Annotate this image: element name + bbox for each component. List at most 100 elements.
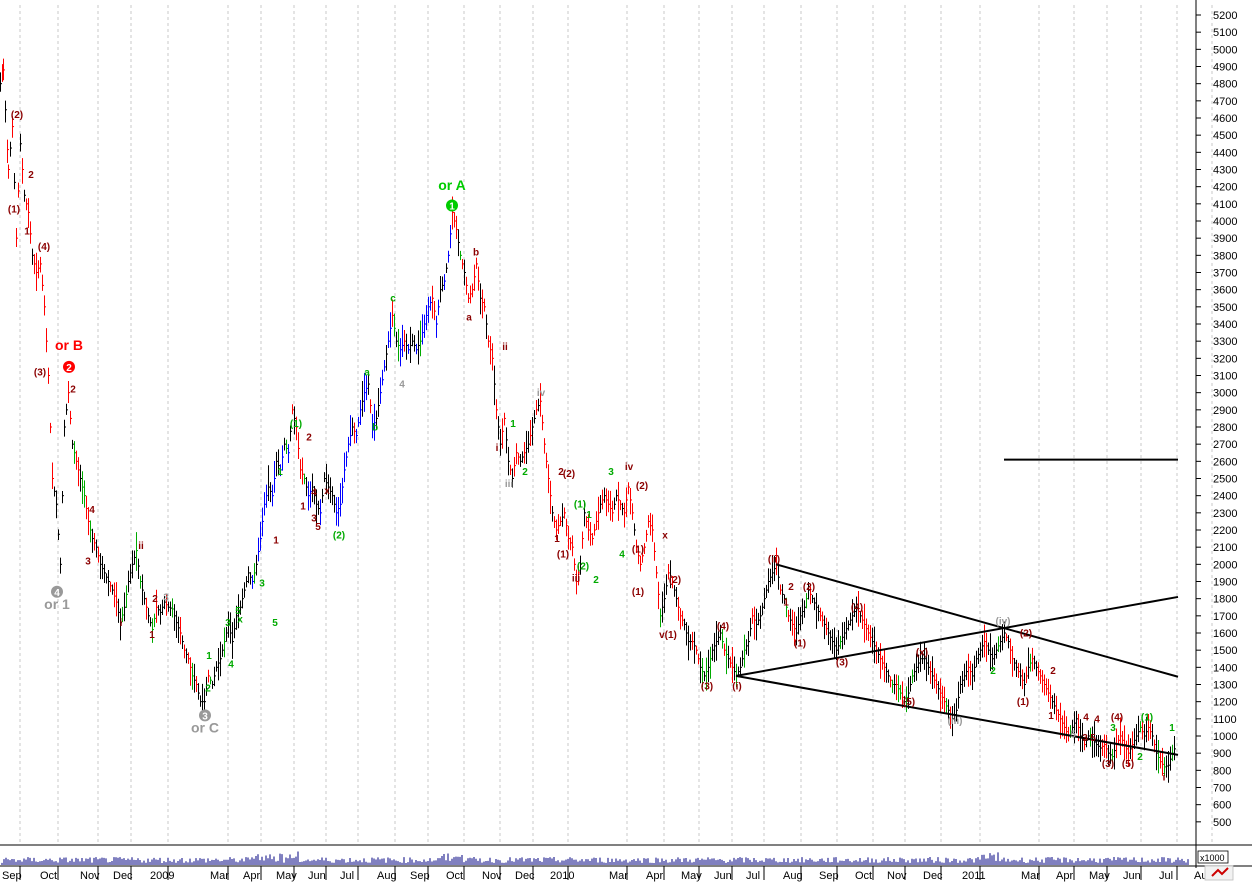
x-tick-label: Dec (515, 870, 535, 882)
wave-circle-label: 1 (449, 202, 455, 213)
wave-label: b (473, 247, 479, 258)
x-tick-label: May (276, 870, 297, 882)
wave-label: 2 (522, 467, 528, 478)
x-tick-label: Jul (746, 870, 760, 882)
x-tick-label: Dec (923, 870, 943, 882)
wave-label: (1) (557, 549, 569, 560)
x-tick-label: Apr (646, 870, 663, 882)
x-tick-label: Mar (210, 870, 229, 882)
y-tick-label: 3200 (1213, 353, 1237, 365)
x-tick-label: Sep (410, 870, 430, 882)
wave-label: ii (138, 541, 144, 552)
wave-label: (ii) (768, 555, 780, 566)
y-tick-label: 1600 (1213, 628, 1237, 640)
y-tick-label: 3100 (1213, 371, 1237, 383)
y-tick-label: 2500 (1213, 474, 1237, 486)
wave-label: (1) (8, 204, 20, 215)
wave-label: (1) (574, 500, 586, 511)
wave-label: iii (505, 479, 514, 490)
x-tick-label: Nov (482, 870, 502, 882)
y-tick-label: 3800 (1213, 250, 1237, 262)
wave-label: 2 (990, 666, 996, 677)
y-tick-label: 2200 (1213, 525, 1237, 537)
wave-label: 4 (1083, 713, 1089, 724)
x-tick-label: Oct (855, 870, 872, 882)
wave-label: (4) (717, 622, 729, 633)
wave-label: (i) (732, 682, 741, 693)
y-tick-label: 3900 (1213, 233, 1237, 245)
wave-label: c (390, 294, 396, 305)
wave-label: 4 (228, 659, 234, 670)
wave-label: a (466, 313, 472, 324)
chart-container: (2) (1) 2 1 (4) (3) 2 4 3 ii i 2 3 1 2 1 4 3 5 x 5 3 1 1 (1) 2 4 1 x… (0, 0, 1252, 883)
y-tick-label: 4700 (1213, 96, 1237, 108)
wave-label: (1) (794, 639, 806, 650)
y-tick-label: 4400 (1213, 147, 1237, 159)
x-tick-label: Oct (446, 870, 463, 882)
y-tick-label: 1700 (1213, 611, 1237, 623)
wave-label: (3) (836, 658, 848, 669)
y-tick-label: 3400 (1213, 319, 1237, 331)
y-tick-label: 1200 (1213, 697, 1237, 709)
wave-circle-label: 3 (202, 711, 208, 722)
wave-label: (1) (632, 544, 644, 555)
y-tick-label: 1500 (1213, 645, 1237, 657)
x-tick-label: Nov (80, 870, 100, 882)
x-tick-label: May (1089, 870, 1110, 882)
x-tick-label: Aug (783, 870, 803, 882)
volume-scale-label: x1000 (1200, 853, 1225, 863)
wave-label: 4 (1094, 714, 1100, 725)
wave-label: 3 (1082, 733, 1088, 744)
wave-label: 1 (149, 630, 155, 641)
tool-icon[interactable] (1204, 865, 1234, 881)
wave-label: 1 (24, 227, 30, 238)
y-tick-label: 2900 (1213, 405, 1237, 417)
wave-label: x (324, 486, 330, 497)
wave-label: 1 (783, 598, 789, 609)
y-tick-label: 1800 (1213, 594, 1237, 606)
y-tick-label: 700 (1213, 783, 1231, 795)
wave-label: 2 (28, 170, 34, 181)
wave-label: 5 (272, 618, 278, 629)
y-tick-label: 4300 (1213, 165, 1237, 177)
wave-label: i (1163, 773, 1166, 784)
wave-label: 2 (205, 683, 211, 694)
x-tick-label: Mar (1021, 870, 1040, 882)
y-tick-label: 4200 (1213, 182, 1237, 194)
y-tick-label: 2400 (1213, 491, 1237, 503)
wave-label: 3 (163, 592, 169, 603)
wave-circle-label: 2 (66, 363, 72, 374)
y-tick-label: 1000 (1213, 731, 1237, 743)
y-tick-label: 1900 (1213, 577, 1237, 589)
wave-label: b (372, 422, 378, 433)
wave-label: 2 (306, 433, 312, 444)
y-tick-label: 4600 (1213, 113, 1237, 125)
x-tick-label: Sep (819, 870, 839, 882)
wave-label: (4) (851, 603, 863, 614)
y-tick-label: 4500 (1213, 130, 1237, 142)
wave-circle-label: 4 (54, 588, 60, 599)
wave-label: 1 (1169, 723, 1175, 734)
y-tick-label: 5200 (1213, 10, 1237, 22)
y-tick-label: 5100 (1213, 27, 1237, 39)
y-tick-label: 800 (1213, 765, 1231, 777)
y-tick-label: 1300 (1213, 680, 1237, 692)
wave-label: iv (537, 388, 546, 399)
wave-degree-label: or B (55, 337, 83, 353)
y-tick-label: 2000 (1213, 559, 1237, 571)
wave-label: 4 (619, 549, 625, 560)
wave-label: 3 (85, 556, 91, 567)
wave-label: (3) (701, 682, 713, 693)
y-tick-label: 4800 (1213, 79, 1237, 91)
wave-label: (1) (632, 587, 644, 598)
wave-label: 1 (510, 419, 516, 430)
y-tick-label: 4100 (1213, 199, 1237, 211)
x-tick-label: Dec (113, 870, 133, 882)
wave-label: x (237, 615, 243, 626)
wave-label: iv (625, 462, 634, 473)
y-tick-label: 3500 (1213, 302, 1237, 314)
wave-label: 4 (89, 505, 95, 516)
wave-label: (5) (1122, 759, 1134, 770)
wave-label: 3 (225, 618, 231, 629)
wave-label: (2) (636, 481, 648, 492)
